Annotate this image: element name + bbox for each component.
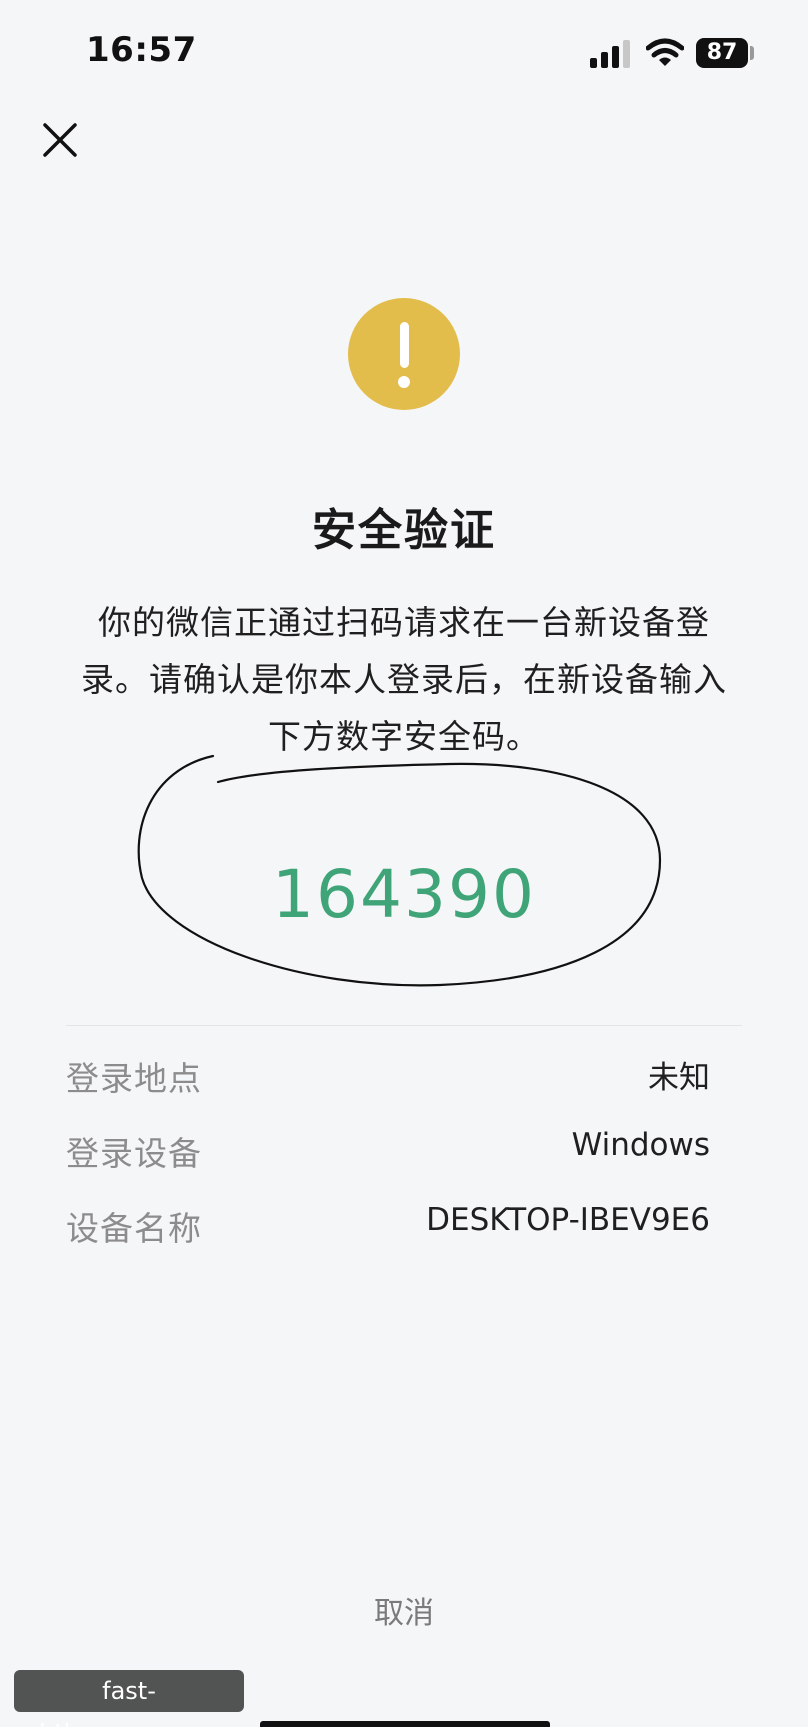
battery-level: 87 — [706, 40, 738, 65]
page-title: 安全验证 — [312, 505, 496, 556]
home-indicator[interactable] — [260, 1721, 550, 1727]
signal-icon — [590, 40, 630, 68]
status-time: 16:57 — [86, 30, 197, 70]
divider — [66, 1025, 742, 1026]
status-bar: 16:57 87 — [0, 0, 808, 100]
detail-label: 设备名称 — [66, 1209, 202, 1248]
detail-row-location: 登录地点 未知 — [66, 1052, 710, 1102]
watermark: fast-hthapp.com.cn — [14, 1670, 244, 1727]
detail-row-device: 登录设备 Windows — [66, 1127, 710, 1177]
security-code: 164390 — [272, 856, 536, 933]
battery-icon: 87 — [696, 38, 748, 68]
close-button[interactable] — [38, 118, 82, 162]
description-text: 你的微信正通过扫码请求在一台新设备登录。请确认是你本人登录后，在新设备输入下方数… — [81, 603, 727, 756]
cancel-button[interactable]: 取消 — [354, 1588, 454, 1632]
detail-value: Windows — [571, 1127, 710, 1163]
battery-tip — [750, 46, 754, 60]
detail-label: 登录设备 — [66, 1134, 202, 1173]
detail-row-device-name: 设备名称 DESKTOP-IBEV9E6 — [66, 1202, 710, 1252]
detail-value: 未知 — [648, 1060, 710, 1096]
wifi-icon — [646, 38, 684, 66]
warning-badge — [348, 298, 460, 410]
detail-label: 登录地点 — [66, 1059, 202, 1098]
close-icon — [43, 123, 77, 157]
detail-value: DESKTOP-IBEV9E6 — [426, 1202, 710, 1238]
